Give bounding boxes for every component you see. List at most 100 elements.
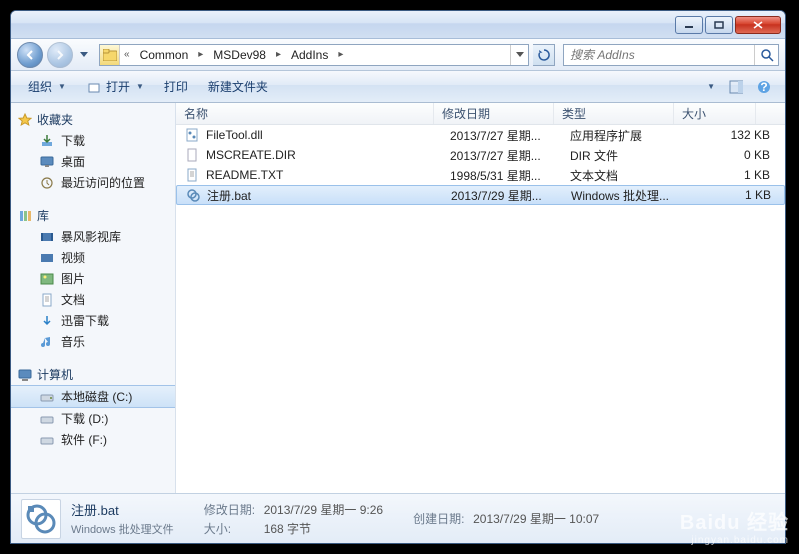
size-value: 168 字节 — [264, 520, 311, 537]
help-button[interactable]: ? — [751, 76, 777, 98]
chevron-down-icon: ▼ — [707, 82, 715, 91]
maximize-button[interactable] — [705, 16, 733, 34]
sidebar-item-desktop[interactable]: 桌面 — [11, 151, 175, 172]
sidebar-item-label: 音乐 — [61, 333, 85, 350]
column-date[interactable]: 修改日期 — [434, 103, 554, 124]
address-bar[interactable]: « Common ▸ MSDev98 ▸ AddIns ▸ — [99, 44, 529, 66]
computer-icon — [17, 367, 33, 383]
favorites-group[interactable]: 收藏夹 — [11, 109, 175, 130]
file-type: 应用程序扩展 — [570, 127, 690, 144]
file-list: 名称 修改日期 类型 大小 FileTool.dll2013/7/27 星期..… — [176, 103, 785, 493]
picture-icon — [39, 271, 55, 287]
modified-label: 修改日期: — [204, 501, 260, 518]
minimize-button[interactable] — [675, 16, 703, 34]
crumb-addins[interactable]: AddIns — [285, 45, 334, 65]
organize-button[interactable]: 组织▼ — [19, 74, 75, 99]
column-size[interactable]: 大小 — [674, 103, 756, 124]
table-row[interactable]: README.TXT1998/5/31 星期...文本文档1 KB — [176, 165, 785, 185]
chevron-right-icon[interactable]: ▸ — [334, 45, 347, 65]
search-bar[interactable] — [563, 44, 779, 66]
libraries-label: 库 — [37, 207, 49, 224]
file-name: 注册.bat — [207, 187, 451, 204]
bat-icon — [185, 187, 201, 203]
chevron-right-icon[interactable]: « — [120, 45, 134, 65]
table-row[interactable]: MSCREATE.DIR2013/7/27 星期...DIR 文件0 KB — [176, 145, 785, 165]
refresh-button[interactable] — [533, 44, 555, 66]
bat-icon — [21, 499, 61, 539]
navigation-pane: 收藏夹 下载 桌面 最近访问的位置 库 暴风影视库 视频 图片 文档 — [11, 103, 176, 493]
video-icon — [39, 250, 55, 266]
view-options-button[interactable]: ▼ — [695, 76, 721, 98]
sidebar-item-label: 软件 (F:) — [61, 431, 107, 448]
sidebar-item-label: 下载 — [61, 132, 85, 149]
search-icon[interactable] — [754, 45, 778, 65]
file-size: 132 KB — [690, 128, 770, 142]
sidebar-item-video[interactable]: 视频 — [11, 247, 175, 268]
forward-button[interactable] — [47, 42, 73, 68]
file-type: Windows 批处理... — [571, 187, 691, 204]
libraries-group[interactable]: 库 — [11, 205, 175, 226]
file-rows: FileTool.dll2013/7/27 星期...应用程序扩展132 KBM… — [176, 125, 785, 493]
document-icon — [39, 292, 55, 308]
sidebar-item-label: 暴风影视库 — [61, 228, 121, 245]
recent-icon — [39, 175, 55, 191]
sidebar-item-downloads[interactable]: 下载 — [11, 130, 175, 151]
sidebar-item-baofeng[interactable]: 暴风影视库 — [11, 226, 175, 247]
new-folder-button[interactable]: 新建文件夹 — [199, 74, 277, 99]
close-button[interactable] — [735, 16, 781, 34]
preview-pane-button[interactable] — [723, 76, 749, 98]
sidebar-item-label: 本地磁盘 (C:) — [61, 388, 132, 405]
table-row[interactable]: 注册.bat2013/7/29 星期...Windows 批处理...1 KB — [176, 185, 785, 205]
open-icon — [86, 79, 102, 95]
chevron-right-icon[interactable]: ▸ — [194, 45, 207, 65]
sidebar-item-music[interactable]: 音乐 — [11, 331, 175, 352]
crumb-msdev98[interactable]: MSDev98 — [207, 45, 272, 65]
crumb-common[interactable]: Common — [134, 45, 195, 65]
file-date: 2013/7/29 星期... — [451, 187, 571, 204]
address-dropdown[interactable] — [510, 45, 528, 65]
content-area: 收藏夹 下载 桌面 最近访问的位置 库 暴风影视库 视频 图片 文档 — [11, 103, 785, 493]
sidebar-item-label: 文档 — [61, 291, 85, 308]
column-type[interactable]: 类型 — [554, 103, 674, 124]
sidebar-item-xunlei[interactable]: 迅雷下载 — [11, 310, 175, 331]
file-type: 文本文档 — [570, 167, 690, 184]
column-name[interactable]: 名称 — [176, 103, 434, 124]
sidebar-item-label: 最近访问的位置 — [61, 174, 145, 191]
folder-icon — [100, 45, 120, 65]
chevron-down-icon: ▼ — [58, 82, 66, 91]
nav-history-dropdown[interactable] — [77, 45, 91, 65]
sidebar-item-drive-d[interactable]: 下载 (D:) — [11, 408, 175, 429]
sidebar-item-label: 桌面 — [61, 153, 85, 170]
table-row[interactable]: FileTool.dll2013/7/27 星期...应用程序扩展132 KB — [176, 125, 785, 145]
size-label: 大小: — [204, 520, 260, 537]
created-value: 2013/7/29 星期一 10:07 — [473, 510, 599, 527]
computer-label: 计算机 — [37, 366, 73, 383]
download-icon — [39, 313, 55, 329]
sidebar-item-recent[interactable]: 最近访问的位置 — [11, 172, 175, 193]
back-button[interactable] — [17, 42, 43, 68]
file-size: 1 KB — [690, 168, 770, 182]
file-name: FileTool.dll — [206, 128, 450, 142]
sidebar-item-drive-f[interactable]: 软件 (F:) — [11, 429, 175, 450]
star-icon — [17, 112, 33, 128]
file-icon — [184, 147, 200, 163]
download-icon — [39, 133, 55, 149]
file-date: 2013/7/27 星期... — [450, 127, 570, 144]
file-size: 1 KB — [691, 188, 771, 202]
sidebar-item-drive-c[interactable]: 本地磁盘 (C:) — [11, 385, 175, 408]
video-icon — [39, 229, 55, 245]
created-label: 创建日期: — [413, 510, 469, 527]
sidebar-item-label: 图片 — [61, 270, 85, 287]
print-button[interactable]: 打印 — [155, 74, 197, 99]
selected-file-type: Windows 批处理文件 — [71, 521, 174, 537]
drive-icon — [39, 389, 55, 405]
computer-group[interactable]: 计算机 — [11, 364, 175, 385]
search-input[interactable] — [564, 48, 754, 62]
sidebar-item-pictures[interactable]: 图片 — [11, 268, 175, 289]
chevron-right-icon[interactable]: ▸ — [272, 45, 285, 65]
toolbar: 组织▼ 打开▼ 打印 新建文件夹 ▼ ? — [11, 71, 785, 103]
dll-icon — [184, 127, 200, 143]
open-button[interactable]: 打开▼ — [77, 74, 153, 99]
sidebar-item-documents[interactable]: 文档 — [11, 289, 175, 310]
music-icon — [39, 334, 55, 350]
